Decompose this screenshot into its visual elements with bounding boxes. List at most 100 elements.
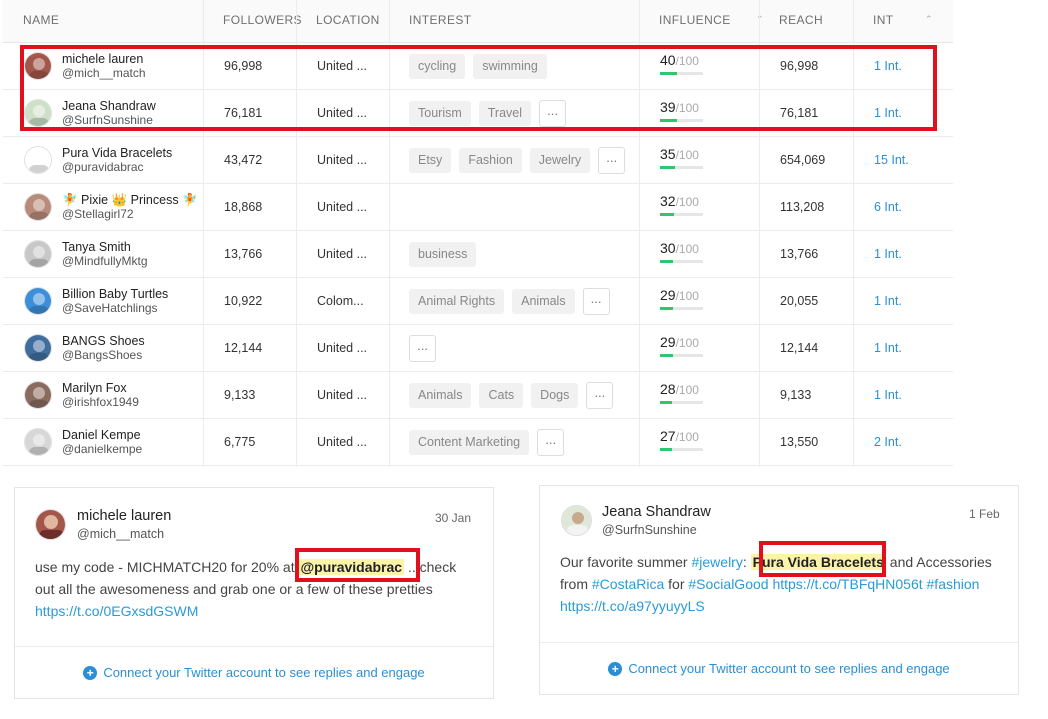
table-row[interactable]: 🧚 Pixie 👑 Princess 🧚 @Stellagirl72 18,868 U… — [3, 184, 953, 231]
interest-tag[interactable]: Content Marketing — [409, 430, 530, 455]
interactions-link[interactable]: 1 Int. — [874, 247, 902, 261]
hashtag-jewelry[interactable]: #jewelry — [691, 554, 742, 570]
tweet-author-handle[interactable]: @SurfnSunshine — [602, 523, 697, 537]
hashtag-socialgood[interactable]: #SocialGood — [688, 576, 768, 592]
interactions-link[interactable]: 2 Int. — [874, 435, 902, 449]
influence-score-max: /100 — [675, 242, 699, 256]
location-value: United ... — [317, 247, 368, 261]
avatar-pura-vida-icon — [25, 147, 51, 173]
column-header-followers[interactable]: FOLLOWERS — [203, 0, 302, 43]
interest-tag[interactable]: Cats — [479, 383, 524, 408]
influence-score: 35/100 — [660, 146, 703, 169]
avatar-marilyn-icon — [25, 382, 51, 408]
tweet-footer: + Connect your Twitter account to see rep… — [540, 642, 1018, 694]
table-row[interactable]: Pura Vida Bracelets @puravidabrac 43,472 Un… — [3, 137, 953, 184]
influencer-name-block[interactable]: Billion Baby Turtles @SaveHatchlings — [62, 287, 168, 315]
avatar[interactable] — [24, 334, 52, 362]
column-header-name[interactable]: NAME — [3, 0, 59, 43]
interest-tags: Content Marketing... — [409, 429, 565, 456]
influence-score-value: 29 — [660, 287, 676, 303]
tweet-link[interactable]: https://t.co/0EGxsdGSWM — [35, 603, 198, 619]
influencer-name[interactable]: Daniel Kempe — [62, 428, 142, 442]
table-row[interactable]: Tanya Smith @MindfullyMktg 13,766 United ..… — [3, 231, 953, 278]
avatar-pixie-icon — [25, 194, 51, 220]
column-header-influence[interactable]: INFLUENCE⌃ — [639, 0, 764, 43]
interactions-link[interactable]: 1 Int. — [874, 294, 902, 308]
influence-bar — [660, 166, 703, 169]
location-value: United ... — [317, 341, 368, 355]
avatar[interactable] — [24, 240, 52, 268]
influence-bar — [660, 401, 703, 404]
table-row[interactable]: BANGS Shoes @BangsShoes 12,144 United .....… — [3, 325, 953, 372]
hashtag-fashion[interactable]: #fashion — [927, 576, 980, 592]
influencer-name[interactable]: Pura Vida Bracelets — [62, 146, 172, 160]
tweet-date: 30 Jan — [435, 511, 472, 525]
influencer-name[interactable]: Tanya Smith — [62, 240, 148, 254]
avatar[interactable] — [24, 428, 52, 456]
tweet-author-name[interactable]: michele lauren — [77, 508, 171, 524]
interest-tags: business — [409, 242, 477, 267]
tweet-link[interactable]: https://t.co/a97yyuyyLS — [560, 598, 705, 614]
table-row[interactable]: Daniel Kempe @danielkempe 6,775 United ... C… — [3, 419, 953, 466]
avatar[interactable] — [24, 193, 52, 221]
interest-tag[interactable]: business — [409, 242, 477, 267]
influence-score-max: /100 — [675, 336, 699, 350]
influencer-name-block[interactable]: Daniel Kempe @danielkempe — [62, 428, 142, 456]
influencer-name-block[interactable]: Pura Vida Bracelets @puravidabrac — [62, 146, 172, 174]
influencer-name[interactable]: BANGS Shoes — [62, 334, 145, 348]
table-row[interactable]: Billion Baby Turtles @SaveHatchlings 10,92… — [3, 278, 953, 325]
tweet-author-handle[interactable]: @mich__match — [77, 527, 164, 541]
avatar-bangs-icon — [25, 335, 51, 361]
avatar[interactable] — [24, 381, 52, 409]
table-header: NAME FOLLOWERS LOCATION INTEREST INFLUEN… — [3, 0, 953, 43]
highlight-box-mention — [295, 548, 420, 582]
column-header-int[interactable]: INT ⌃ — [853, 0, 953, 43]
interest-tag[interactable]: Jewelry — [529, 148, 591, 173]
interest-tag[interactable]: Animals — [512, 289, 575, 314]
tweet-link[interactable]: https://t.co/TBFqHN056t — [772, 576, 922, 592]
more-tags-button[interactable]: ... — [586, 382, 614, 409]
more-tags-button[interactable]: ... — [598, 147, 626, 174]
interest-tag[interactable]: Animal Rights — [409, 289, 505, 314]
more-tags-button[interactable]: ... — [409, 335, 436, 362]
column-header-reach[interactable]: REACH — [759, 0, 823, 43]
influencer-handle: @SaveHatchlings — [62, 301, 158, 315]
tweet-card-michele: michele lauren @mich__match 30 Jan use m… — [14, 487, 494, 699]
interactions-link[interactable]: 15 Int. — [874, 153, 909, 167]
influence-bar — [660, 213, 703, 216]
interest-tag[interactable]: Etsy — [409, 148, 452, 173]
influence-bar-fill — [660, 401, 672, 404]
interactions-link[interactable]: 1 Int. — [874, 341, 902, 355]
tweet-author-name[interactable]: Jeana Shandraw — [602, 504, 711, 520]
more-tags-button[interactable]: ... — [582, 288, 610, 315]
interest-tag[interactable]: Fashion — [459, 148, 522, 173]
influence-score-value: 27 — [660, 428, 676, 444]
column-header-interest[interactable]: INTEREST — [389, 0, 472, 43]
avatar[interactable] — [35, 509, 66, 540]
influencer-name[interactable]: Marilyn Fox — [62, 381, 139, 395]
influencer-name-block[interactable]: BANGS Shoes @BangsShoes — [62, 334, 145, 362]
more-tags-button[interactable]: ... — [537, 429, 565, 456]
interactions-link[interactable]: 1 Int. — [874, 388, 902, 402]
table-row[interactable]: Marilyn Fox @irishfox1949 9,133 United ... A… — [3, 372, 953, 419]
avatar[interactable] — [24, 146, 52, 174]
interactions-link[interactable]: 6 Int. — [874, 200, 902, 214]
influence-score-value: 32 — [660, 193, 676, 209]
sort-icon[interactable]: ⌃ — [925, 0, 933, 39]
column-header-location[interactable]: LOCATION — [296, 0, 380, 43]
interest-tag[interactable]: Dogs — [531, 383, 579, 408]
influence-bar — [660, 307, 703, 310]
connect-twitter-button[interactable]: + Connect your Twitter account to see rep… — [83, 665, 425, 680]
avatar[interactable] — [561, 505, 592, 536]
interest-tag[interactable]: Animals — [409, 383, 472, 408]
avatar[interactable] — [24, 287, 52, 315]
influencer-name-block[interactable]: Tanya Smith @MindfullyMktg — [62, 240, 148, 268]
influence-score: 28/100 — [660, 381, 703, 404]
influencer-name-block[interactable]: 🧚 Pixie 👑 Princess 🧚 @Stellagirl72 — [62, 193, 198, 221]
connect-twitter-button[interactable]: + Connect your Twitter account to see rep… — [608, 661, 950, 676]
influencer-handle: @puravidabrac — [62, 160, 144, 174]
hashtag-costarica[interactable]: #CostaRica — [592, 576, 664, 592]
influencer-name[interactable]: Billion Baby Turtles — [62, 287, 168, 301]
influencer-name[interactable]: 🧚 Pixie 👑 Princess 🧚 — [62, 193, 198, 207]
influencer-name-block[interactable]: Marilyn Fox @irishfox1949 — [62, 381, 139, 409]
